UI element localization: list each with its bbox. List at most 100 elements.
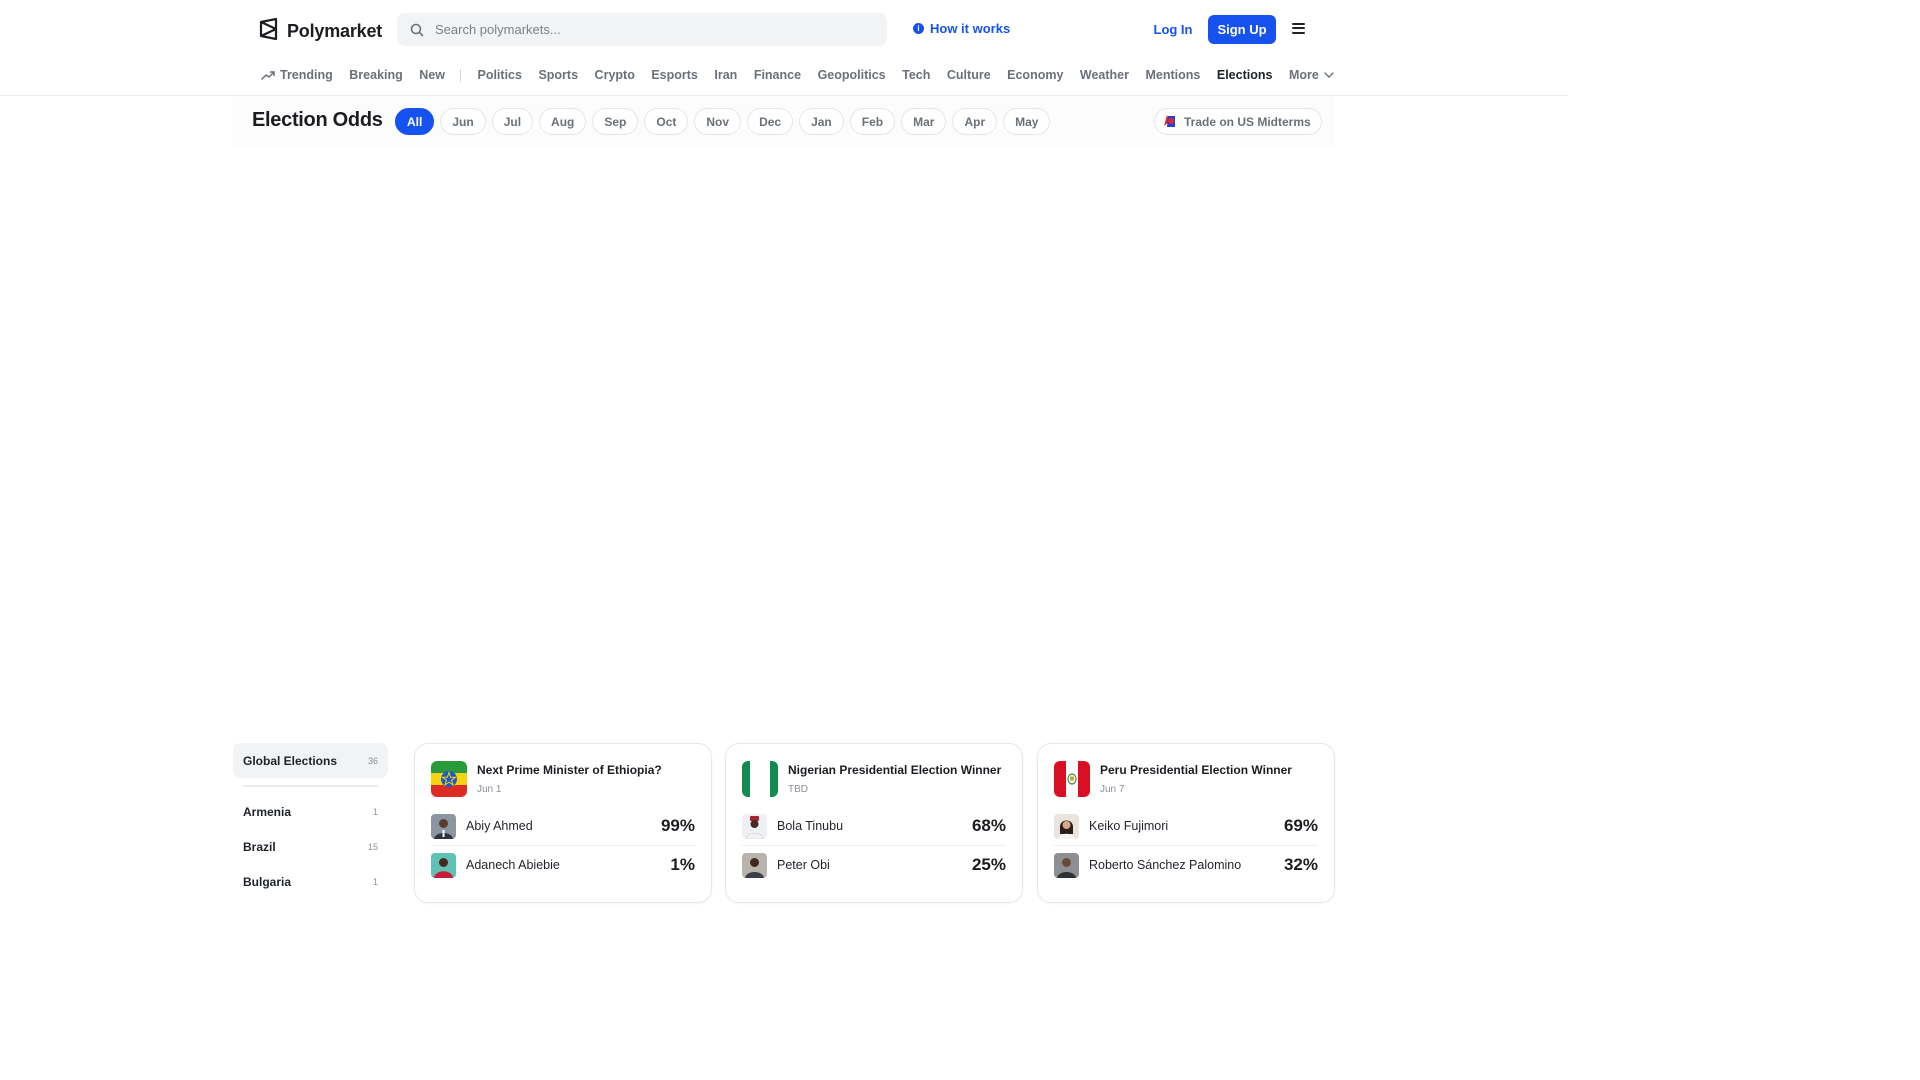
- card-title[interactable]: Peru Presidential Election Winner: [1100, 763, 1292, 777]
- candidate-percentage: 69%: [1283, 816, 1318, 835]
- nav-item-crypto[interactable]: Crypto: [595, 68, 635, 82]
- nav-item-sports[interactable]: Sports: [538, 68, 578, 82]
- nav-item-iran[interactable]: Iran: [714, 68, 737, 82]
- nav-item-economy[interactable]: Economy: [1007, 68, 1063, 82]
- candidate-avatar: [431, 813, 456, 839]
- nav-divider: [460, 68, 462, 82]
- how-it-works-link[interactable]: i How it works: [913, 21, 1010, 36]
- search-bar[interactable]: [397, 13, 887, 46]
- nav-item-elections[interactable]: Elections: [1217, 68, 1273, 82]
- month-chip-may[interactable]: May: [1003, 108, 1051, 135]
- market-card-ethiopia[interactable]: Next Prime Minister of Ethiopia? Jun 1 A…: [414, 743, 712, 903]
- candidate-avatar: [742, 813, 767, 839]
- brand-name: Polymarket: [287, 21, 383, 41]
- month-chip-apr[interactable]: Apr: [952, 108, 998, 135]
- search-icon: [409, 22, 425, 38]
- nav-item-breaking[interactable]: Breaking: [349, 68, 403, 82]
- month-chip-mar[interactable]: Mar: [901, 108, 947, 135]
- nigeria-flag-icon: [742, 761, 778, 797]
- login-button[interactable]: Log In: [1148, 15, 1198, 44]
- month-chip-jan[interactable]: Jan: [799, 108, 844, 135]
- candidate-avatar: [1054, 813, 1079, 839]
- sidebar-item-label: Bulgaria: [243, 874, 292, 889]
- nav-item-mentions[interactable]: Mentions: [1146, 68, 1201, 82]
- candidate-row[interactable]: Keiko Fujimori 69%: [1054, 813, 1318, 839]
- month-chip-dec[interactable]: Dec: [747, 108, 794, 135]
- market-card-peru[interactable]: Peru Presidential Election Winner Jun 7 …: [1037, 743, 1335, 903]
- election-sidebar: Global Elections 36 Armenia 1 Brazil 15 …: [233, 743, 388, 899]
- market-card-nigeria[interactable]: Nigerian Presidential Election Winner TB…: [725, 743, 1023, 903]
- top-header: Polymarket i How it works Log In Sign Up…: [0, 0, 1568, 96]
- candidate-percentage: 99%: [660, 816, 695, 835]
- card-date: Jun 7: [1100, 784, 1125, 795]
- candidate-name: Abiy Ahmed: [466, 819, 533, 833]
- candidate-percentage: 1%: [670, 855, 695, 874]
- nav-item-more[interactable]: More: [1289, 68, 1334, 82]
- sidebar-item-label: Brazil: [243, 839, 276, 854]
- candidate-avatar: [431, 852, 456, 878]
- candidate-name: Keiko Fujimori: [1089, 819, 1169, 833]
- month-chip-sep[interactable]: Sep: [592, 108, 639, 135]
- sidebar-item-count: 15: [367, 841, 378, 852]
- month-chip-nov[interactable]: Nov: [694, 108, 742, 135]
- sidebar-item-armenia[interactable]: Armenia 1: [233, 794, 388, 829]
- candidate-avatar: [742, 852, 767, 878]
- month-chip-all[interactable]: All: [395, 108, 435, 135]
- search-input[interactable]: [433, 21, 857, 38]
- nav-label: More: [1288, 68, 1319, 82]
- sidebar-item-bulgaria[interactable]: Bulgaria 1: [233, 864, 388, 899]
- candidate-percentage: 32%: [1283, 855, 1318, 874]
- hamburger-menu-icon[interactable]: [1290, 20, 1308, 38]
- nav-label: Trending: [280, 68, 333, 82]
- category-nav: Trending Breaking New Politics Sports Cr…: [261, 66, 1350, 84]
- us-midterms-icon: [1161, 112, 1178, 132]
- ethiopia-flag-icon: [431, 761, 467, 797]
- candidate-row[interactable]: Roberto Sánchez Palomino 32%: [1054, 852, 1318, 878]
- candidate-name: Adanech Abiebie: [466, 858, 560, 872]
- month-chip-aug[interactable]: Aug: [539, 108, 587, 135]
- candidate-row[interactable]: Adanech Abiebie 1%: [431, 852, 695, 878]
- month-filter: All Jun Jul Aug Sep Oct Nov Dec Jan Feb …: [395, 108, 1051, 135]
- us-midterms-button[interactable]: Trade on US Midterms: [1154, 108, 1322, 135]
- card-title[interactable]: Next Prime Minister of Ethiopia?: [477, 763, 662, 777]
- month-chip-feb[interactable]: Feb: [849, 108, 896, 135]
- card-date: TBD: [788, 784, 808, 795]
- candidate-avatar: [1054, 852, 1079, 878]
- nav-item-tech[interactable]: Tech: [902, 68, 930, 82]
- sidebar-divider: [243, 785, 378, 787]
- nav-item-new[interactable]: New: [419, 68, 445, 82]
- signup-button[interactable]: Sign Up: [1208, 15, 1276, 44]
- chevron-down-icon: [1324, 72, 1334, 78]
- candidate-row[interactable]: Bola Tinubu 68%: [742, 813, 1006, 839]
- sidebar-item-count: 1: [372, 876, 378, 887]
- sidebar-item-count: 1: [372, 806, 378, 817]
- nav-item-geopolitics[interactable]: Geopolitics: [818, 68, 886, 82]
- nav-item-culture[interactable]: Culture: [947, 68, 991, 82]
- row-divider: [431, 845, 695, 846]
- sidebar-item-global-elections[interactable]: Global Elections 36: [233, 743, 388, 778]
- trending-icon: [261, 70, 275, 80]
- nav-item-weather[interactable]: Weather: [1080, 68, 1129, 82]
- candidate-row[interactable]: Abiy Ahmed 99%: [431, 813, 695, 839]
- month-chip-oct[interactable]: Oct: [644, 108, 689, 135]
- nav-item-trending[interactable]: Trending: [261, 68, 333, 82]
- card-title[interactable]: Nigerian Presidential Election Winner: [788, 763, 1001, 777]
- sidebar-item-label: Global Elections: [243, 753, 338, 768]
- month-chip-jun[interactable]: Jun: [440, 108, 486, 135]
- month-chip-jul[interactable]: Jul: [491, 108, 534, 135]
- row-divider: [742, 845, 1006, 846]
- nav-item-esports[interactable]: Esports: [651, 68, 698, 82]
- brand-logo[interactable]: Polymarket: [259, 17, 383, 45]
- nav-item-finance[interactable]: Finance: [754, 68, 801, 82]
- polymarket-logo-icon: [259, 17, 279, 45]
- card-date: Jun 1: [477, 784, 502, 795]
- how-it-works-label: How it works: [930, 21, 1011, 36]
- peru-flag-icon: [1054, 761, 1090, 797]
- sidebar-item-count: 36: [367, 755, 378, 766]
- sidebar-item-label: Armenia: [243, 804, 292, 819]
- info-icon: i: [913, 23, 924, 34]
- nav-item-politics[interactable]: Politics: [477, 68, 521, 82]
- page-title: Election Odds: [252, 109, 383, 131]
- sidebar-item-brazil[interactable]: Brazil 15: [233, 829, 388, 864]
- candidate-row[interactable]: Peter Obi 25%: [742, 852, 1006, 878]
